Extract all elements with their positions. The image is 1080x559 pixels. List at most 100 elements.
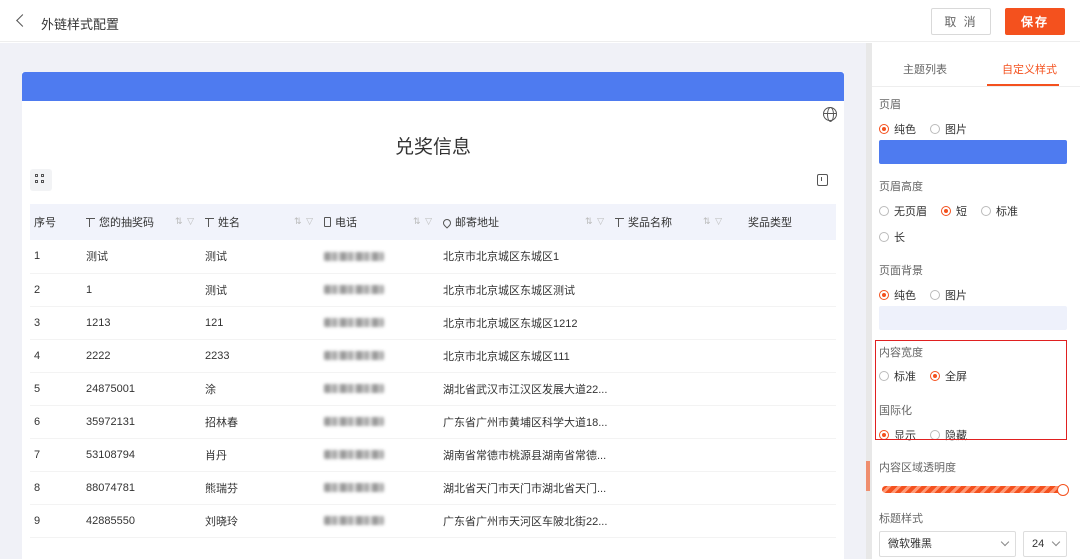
table-row[interactable]: 7 53108794 肖丹 湖南省常德市桃源县湖南省常德... bbox=[30, 438, 836, 471]
records-table: 序号 您的抽奖码 ⇅ ▽ 姓名 ⇅ ▽ 电话 ⇅ ▽ 邮寄地址 ⇅ ▽ 奖品名称 ⇅ ▽ … bbox=[30, 204, 836, 538]
chevron-down-icon bbox=[1051, 537, 1061, 547]
header-height-radio-group-row2: 长 bbox=[879, 229, 919, 245]
page-background-label: 页面背景 bbox=[879, 265, 923, 277]
cell-prize-name bbox=[611, 273, 729, 306]
cell-no: 7 bbox=[34, 448, 41, 461]
table-row[interactable]: 1 测试 测试 北京市北京城区东城区1 bbox=[30, 240, 836, 273]
column-header-code[interactable]: 您的抽奖码 ⇅ ▽ bbox=[82, 204, 201, 240]
opacity-slider-track[interactable] bbox=[882, 486, 1062, 493]
tab-theme-list[interactable]: 主题列表 bbox=[903, 61, 947, 77]
cell-prize-type bbox=[729, 372, 836, 405]
cell-phone-redacted bbox=[320, 471, 439, 504]
cell-code: 测试 bbox=[86, 251, 108, 264]
cell-prize-name bbox=[611, 339, 729, 372]
cell-prize-name bbox=[611, 504, 729, 537]
radio-header-solid[interactable]: 纯色 bbox=[879, 121, 916, 137]
panel-tabs: 主题列表 自定义样式 bbox=[872, 43, 1080, 87]
font-family-select[interactable]: 微软雅黑 bbox=[879, 531, 1016, 557]
radio-height-standard[interactable]: 标准 bbox=[981, 203, 1018, 219]
preview-title: 兑奖信息 bbox=[394, 137, 471, 158]
cell-address: 湖北省天门市天门市湖北省天门... bbox=[443, 482, 607, 495]
header-section-label: 页眉 bbox=[879, 99, 901, 111]
cell-prize-name bbox=[611, 240, 729, 273]
page-title: 外链样式配置 bbox=[41, 17, 120, 32]
cell-address: 湖北省武汉市江汉区发展大道22... bbox=[443, 383, 608, 396]
cell-address: 广东省广州市天河区车陂北街22... bbox=[443, 515, 608, 528]
cell-prize-name bbox=[611, 405, 729, 438]
cell-code: 42885550 bbox=[86, 514, 135, 527]
scrollbar-thumb[interactable] bbox=[866, 461, 870, 491]
radio-height-short[interactable]: 短 bbox=[941, 203, 967, 219]
column-header-prize-name[interactable]: 奖品名称 ⇅ ▽ bbox=[611, 204, 729, 240]
cell-code: 88074781 bbox=[86, 481, 135, 494]
sort-filter-icon[interactable]: ⇅ ▽ bbox=[413, 216, 433, 227]
cell-name: 涂 bbox=[205, 383, 216, 396]
sort-filter-icon[interactable]: ⇅ ▽ bbox=[294, 216, 314, 227]
cell-phone-redacted bbox=[320, 405, 439, 438]
cancel-button[interactable]: 取 消 bbox=[931, 8, 991, 35]
cell-prize-name bbox=[611, 372, 729, 405]
column-header-prize-type[interactable]: 奖品类型 bbox=[729, 204, 836, 240]
location-pin-icon bbox=[441, 217, 453, 229]
cell-name: 测试 bbox=[205, 284, 227, 297]
cell-name: 刘晓玲 bbox=[205, 515, 238, 528]
cell-prize-type bbox=[729, 306, 836, 339]
cell-address: 广东省广州市黄埔区科学大道18... bbox=[443, 416, 608, 429]
cell-no: 3 bbox=[34, 316, 41, 329]
preview-card: 兑奖信息 序号 您的抽奖码 ⇅ ▽ 姓名 ⇅ ▽ 电话 ⇅ ▽ 邮寄地址 ⇅ ▽ 奖品名… bbox=[22, 72, 844, 559]
export-icon[interactable] bbox=[817, 174, 828, 186]
table-row[interactable]: 5 24875001 涂 湖北省武汉市江汉区发展大道22... bbox=[30, 372, 836, 405]
cell-address: 北京市北京城区东城区111 bbox=[443, 350, 570, 363]
globe-icon[interactable] bbox=[823, 107, 837, 122]
cell-prize-name bbox=[611, 306, 729, 339]
font-size-select[interactable]: 24 bbox=[1023, 531, 1067, 557]
back-arrow-icon[interactable] bbox=[14, 11, 30, 31]
table-row[interactable]: 2 1 测试 北京市北京城区东城区测试 bbox=[30, 273, 836, 306]
table-row[interactable]: 4 2222 2233 北京市北京城区东城区111 bbox=[30, 339, 836, 372]
text-field-icon bbox=[205, 218, 214, 227]
cell-code: 2222 bbox=[86, 349, 111, 362]
table-row[interactable]: 3 1213 121 北京市北京城区东城区1212 bbox=[30, 306, 836, 339]
opacity-slider-handle[interactable] bbox=[1057, 484, 1069, 496]
column-header-address[interactable]: 邮寄地址 ⇅ ▽ bbox=[439, 204, 611, 240]
cell-prize-type bbox=[729, 339, 836, 372]
cell-code: 24875001 bbox=[86, 382, 135, 395]
cell-prize-name bbox=[611, 471, 729, 504]
table-row[interactable]: 6 35972131 招林春 广东省广州市黄埔区科学大道18... bbox=[30, 405, 836, 438]
cell-prize-type bbox=[729, 471, 836, 504]
cell-no: 8 bbox=[34, 481, 41, 494]
radio-bg-image[interactable]: 图片 bbox=[930, 287, 967, 303]
save-button[interactable]: 保存 bbox=[1005, 8, 1065, 35]
header-color-swatch[interactable] bbox=[879, 140, 1067, 164]
chevron-down-icon bbox=[1000, 537, 1010, 547]
radio-bg-solid[interactable]: 纯色 bbox=[879, 287, 916, 303]
column-header-phone[interactable]: 电话 ⇅ ▽ bbox=[320, 204, 439, 240]
cell-prize-type bbox=[729, 504, 836, 537]
cell-name: 招林春 bbox=[205, 416, 238, 429]
cell-code: 1213 bbox=[86, 316, 111, 329]
cell-phone-redacted bbox=[320, 339, 439, 372]
table-header-row: 序号 您的抽奖码 ⇅ ▽ 姓名 ⇅ ▽ 电话 ⇅ ▽ 邮寄地址 ⇅ ▽ 奖品名称 ⇅ ▽ … bbox=[30, 204, 836, 240]
radio-height-long[interactable]: 长 bbox=[879, 229, 905, 245]
style-settings-panel: 主题列表 自定义样式 页眉 纯色 图片 页眉高度 无页眉 短 标准 长 页面背景… bbox=[872, 43, 1080, 559]
sort-filter-icon[interactable]: ⇅ ▽ bbox=[703, 216, 723, 227]
header-type-radio-group: 纯色 图片 bbox=[879, 121, 981, 137]
column-header-name[interactable]: 姓名 ⇅ ▽ bbox=[201, 204, 320, 240]
sort-filter-icon[interactable]: ⇅ ▽ bbox=[175, 216, 195, 227]
cell-no: 9 bbox=[34, 514, 41, 527]
page-background-color-swatch[interactable] bbox=[879, 306, 1067, 330]
sort-filter-icon[interactable]: ⇅ ▽ bbox=[585, 216, 605, 227]
cell-no: 5 bbox=[34, 382, 41, 395]
cell-address: 北京市北京城区东城区测试 bbox=[443, 284, 575, 297]
table-row[interactable]: 9 42885550 刘晓玲 广东省广州市天河区车陂北街22... bbox=[30, 504, 836, 537]
table-row[interactable]: 8 88074781 熊瑞芬 湖北省天门市天门市湖北省天门... bbox=[30, 471, 836, 504]
cell-address: 湖南省常德市桃源县湖南省常德... bbox=[443, 449, 607, 462]
radio-height-none[interactable]: 无页眉 bbox=[879, 203, 927, 219]
cell-phone-redacted bbox=[320, 306, 439, 339]
grid-view-icon[interactable] bbox=[30, 169, 52, 191]
cell-phone-redacted bbox=[320, 273, 439, 306]
radio-header-image[interactable]: 图片 bbox=[930, 121, 967, 137]
highlight-box bbox=[875, 340, 1067, 440]
active-tab-indicator bbox=[987, 84, 1059, 86]
tab-custom-style[interactable]: 自定义样式 bbox=[1002, 61, 1057, 77]
